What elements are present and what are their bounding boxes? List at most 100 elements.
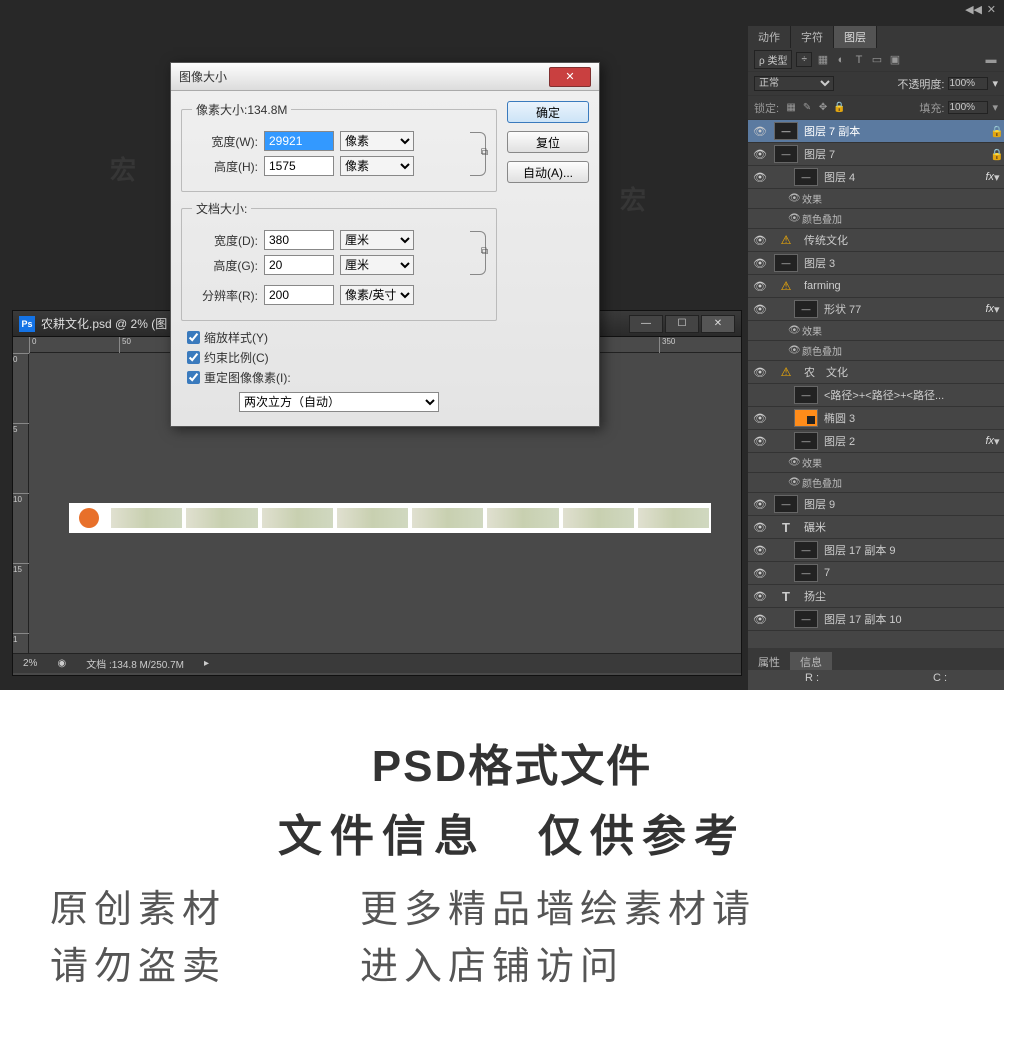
resolution-input[interactable] xyxy=(264,285,334,305)
maximize-button[interactable]: ☐ xyxy=(665,315,699,333)
layer-row[interactable]: 👁 — 图层 2 fx ▾ xyxy=(748,430,1004,453)
visibility-icon[interactable]: 👁 xyxy=(752,257,768,270)
layer-effect-row[interactable]: 👁效果 xyxy=(748,453,1004,473)
visibility-icon[interactable]: 👁 xyxy=(752,234,768,247)
visibility-icon[interactable]: 👁 xyxy=(752,435,768,448)
layer-effect-row[interactable]: 👁效果 xyxy=(748,189,1004,209)
dialog-title: 图像大小 xyxy=(179,68,549,85)
fx-icon[interactable]: fx xyxy=(976,303,994,315)
dialog-titlebar[interactable]: 图像大小 ✕ xyxy=(171,63,599,91)
fx-icon[interactable]: fx xyxy=(976,435,994,447)
visibility-icon[interactable]: 👁 xyxy=(752,171,768,184)
visibility-icon[interactable]: 👁 xyxy=(752,148,768,161)
layer-row[interactable]: 👁 — <路径>+<路径>+<路径... xyxy=(748,384,1004,407)
filter-kind-select[interactable]: ρ 类型 xyxy=(754,50,792,69)
visibility-icon[interactable]: 👁 xyxy=(752,567,768,580)
lock-position-icon[interactable]: ✥ xyxy=(817,102,829,113)
layer-row[interactable]: 👁 — 图层 7 副本 🔒 xyxy=(748,120,1004,143)
height-h-unit[interactable]: 像素 xyxy=(340,156,414,176)
layer-row[interactable]: 👁 ⚠ farming xyxy=(748,275,1004,298)
blend-mode-select[interactable]: 正常 xyxy=(754,76,834,91)
layer-row[interactable]: 👁 — 图层 4 fx ▾ xyxy=(748,166,1004,189)
visibility-icon[interactable]: 👁 xyxy=(752,613,768,626)
document-title: 农耕文化.psd @ 2% (图 xyxy=(41,315,167,332)
layer-row[interactable]: 👁 — 图层 3 xyxy=(748,252,1004,275)
layer-row[interactable]: 👁 T 碾米 xyxy=(748,516,1004,539)
minimize-button[interactable]: — xyxy=(629,315,663,333)
link-wh-icon[interactable] xyxy=(470,132,486,176)
opacity-input[interactable] xyxy=(948,77,988,90)
filter-smart-icon[interactable]: ▣ xyxy=(888,53,902,66)
width-d-unit[interactable]: 厘米 xyxy=(340,230,414,250)
layer-row[interactable]: 👁 — 图层 17 副本 9 xyxy=(748,539,1004,562)
visibility-icon[interactable]: 👁 xyxy=(752,498,768,511)
lock-transparent-icon[interactable]: ▦ xyxy=(785,102,797,113)
close-button[interactable]: ✕ xyxy=(701,315,735,333)
visibility-icon[interactable]: 👁 xyxy=(752,590,768,603)
tab-properties[interactable]: 属性 xyxy=(748,652,790,670)
panel-collapse-icon[interactable]: ◀◀ xyxy=(965,3,982,16)
layer-row[interactable]: 👁 — 形状 77 fx ▾ xyxy=(748,298,1004,321)
zoom-level[interactable]: 2% xyxy=(23,658,37,669)
filter-image-icon[interactable]: ▦ xyxy=(816,53,830,66)
filter-shape-icon[interactable]: ▭ xyxy=(870,53,884,66)
layer-effect-row[interactable]: 👁效果 xyxy=(748,321,1004,341)
scale-styles-checkbox[interactable] xyxy=(187,331,200,344)
visibility-icon[interactable]: 👁 xyxy=(752,280,768,293)
expand-icon[interactable]: ▾ xyxy=(994,171,1004,184)
dialog-close-button[interactable]: ✕ xyxy=(549,67,591,87)
layer-row[interactable]: 👁 — 图层 9 xyxy=(748,493,1004,516)
layer-row[interactable]: 👁 T 扬尘 xyxy=(748,585,1004,608)
filter-text-icon[interactable]: T xyxy=(852,54,866,66)
tab-characters[interactable]: 字符 xyxy=(791,26,834,48)
lock-paint-icon[interactable]: ✎ xyxy=(801,102,813,113)
layer-row[interactable]: 👁 — 图层 7 🔒 xyxy=(748,143,1004,166)
resolution-unit[interactable]: 像素/英寸 xyxy=(340,285,414,305)
visibility-icon[interactable]: 👁 xyxy=(752,125,768,138)
height-h-input[interactable] xyxy=(264,156,334,176)
auto-button[interactable]: 自动(A)... xyxy=(507,161,589,183)
fill-arrow-icon[interactable]: ▾ xyxy=(992,101,998,114)
lock-all-icon[interactable]: 🔒 xyxy=(833,102,845,113)
resample-checkbox[interactable] xyxy=(187,371,200,384)
layer-row[interactable]: 👁 — 图层 17 副本 10 xyxy=(748,608,1004,631)
status-nav-icon[interactable]: ◉ xyxy=(57,658,66,669)
width-w-unit[interactable]: 像素 xyxy=(340,131,414,151)
constrain-checkbox[interactable] xyxy=(187,351,200,364)
height-g-unit[interactable]: 厘米 xyxy=(340,255,414,275)
tab-layers[interactable]: 图层 xyxy=(834,26,877,48)
filter-arrow[interactable]: ÷ xyxy=(796,52,812,67)
filter-adjust-icon[interactable]: ◐ xyxy=(834,54,848,66)
link-doc-wh-icon[interactable] xyxy=(470,231,486,275)
panel-close-icon[interactable]: ✕ xyxy=(987,3,996,16)
visibility-icon[interactable]: 👁 xyxy=(752,412,768,425)
height-h-label: 高度(H): xyxy=(192,158,258,175)
expand-icon[interactable]: ▾ xyxy=(994,303,1004,316)
fx-icon[interactable]: fx xyxy=(976,171,994,183)
width-w-input[interactable] xyxy=(264,131,334,151)
opacity-arrow-icon[interactable]: ▾ xyxy=(992,77,998,90)
height-g-input[interactable] xyxy=(264,255,334,275)
layer-row[interactable]: 👁 ⚠ 传统文化 xyxy=(748,229,1004,252)
filter-toggle-icon[interactable]: ▬ xyxy=(984,54,998,66)
visibility-icon[interactable]: 👁 xyxy=(752,366,768,379)
layer-row[interactable]: 👁 ⚠ 农 文化 xyxy=(748,361,1004,384)
layer-effect-row[interactable]: 👁颜色叠加 xyxy=(748,209,1004,229)
expand-icon[interactable]: ▾ xyxy=(994,435,1004,448)
ok-button[interactable]: 确定 xyxy=(507,101,589,123)
artwork-preview xyxy=(69,503,711,533)
width-d-input[interactable] xyxy=(264,230,334,250)
tab-info[interactable]: 信息 xyxy=(790,652,832,670)
visibility-icon[interactable]: 👁 xyxy=(752,521,768,534)
visibility-icon[interactable]: 👁 xyxy=(752,303,768,316)
status-arrow-icon[interactable]: ▸ xyxy=(204,658,209,669)
layer-row[interactable]: 👁 椭圆 3 xyxy=(748,407,1004,430)
tab-actions[interactable]: 动作 xyxy=(748,26,791,48)
visibility-icon[interactable]: 👁 xyxy=(752,544,768,557)
layer-effect-row[interactable]: 👁颜色叠加 xyxy=(748,341,1004,361)
reset-button[interactable]: 复位 xyxy=(507,131,589,153)
fill-input[interactable] xyxy=(948,101,988,114)
layer-effect-row[interactable]: 👁颜色叠加 xyxy=(748,473,1004,493)
interpolation-select[interactable]: 两次立方（自动） xyxy=(239,392,439,412)
layer-row[interactable]: 👁 — 7 xyxy=(748,562,1004,585)
